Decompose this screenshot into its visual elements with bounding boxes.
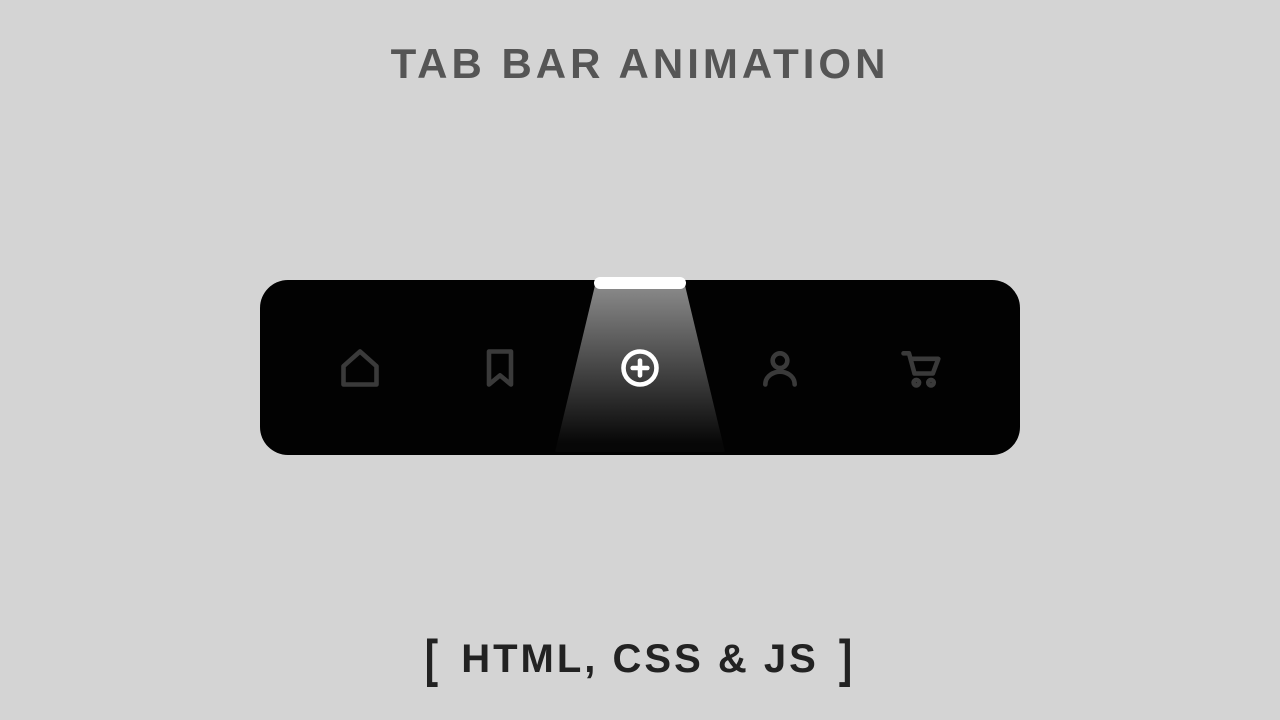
- tab-item-profile[interactable]: [710, 280, 850, 455]
- tab-item-add[interactable]: [570, 280, 710, 455]
- tab-item-home[interactable]: [290, 280, 430, 455]
- subtitle-close-bracket: ]: [833, 630, 861, 689]
- add-circle-icon: [618, 346, 662, 390]
- subtitle-open-bracket: [: [419, 630, 447, 689]
- tab-item-bookmark[interactable]: [430, 280, 570, 455]
- tab-item-cart[interactable]: [850, 280, 990, 455]
- subtitle: [ HTML, CSS & JS ]: [0, 637, 1280, 682]
- subtitle-text: HTML, CSS & JS: [461, 637, 819, 681]
- bookmark-icon: [478, 346, 522, 390]
- cart-icon: [898, 346, 942, 390]
- active-indicator: [594, 277, 686, 289]
- home-icon: [338, 346, 382, 390]
- page-title: TAB BAR ANIMATION: [0, 40, 1280, 88]
- user-icon: [758, 346, 802, 390]
- tab-bar: [260, 280, 1020, 455]
